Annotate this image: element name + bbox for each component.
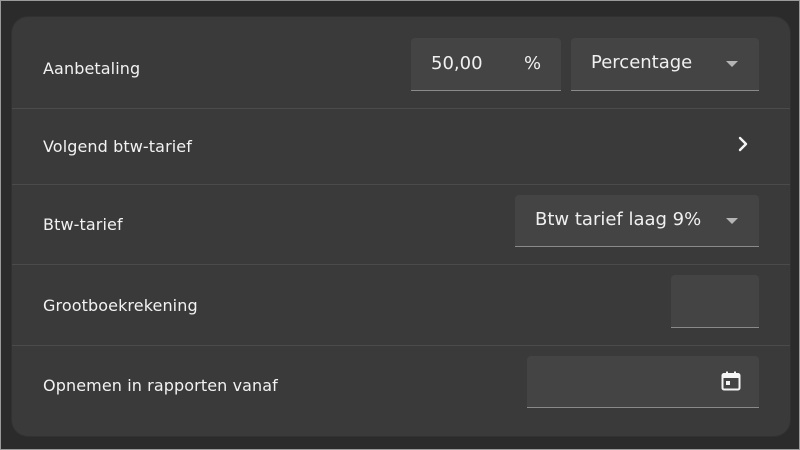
row-label-include-in-reports-from: Opnemen in rapporten vanaf	[43, 376, 278, 395]
down-payment-unit-suffix: %	[524, 53, 542, 74]
vat-rate-value: Btw tarief laag 9%	[535, 209, 702, 230]
down-payment-type-select[interactable]: Percentage	[571, 38, 759, 91]
row-include-in-reports-from: Opnemen in rapporten vanaf	[12, 346, 790, 436]
report-start-date-input[interactable]	[527, 356, 759, 408]
row-ledger-account: Grootboekrekening	[12, 265, 790, 346]
row-label-ledger-account: Grootboekrekening	[43, 296, 198, 315]
chevron-right-icon[interactable]	[733, 134, 753, 154]
row-label-vat-rate: Btw-tarief	[43, 215, 123, 234]
ledger-account-input[interactable]	[671, 275, 759, 328]
down-payment-type-value: Percentage	[591, 52, 693, 73]
settings-card: Aanbetaling 50,00 % Percentage Volgend b…	[12, 17, 790, 436]
down-payment-amount-value: 50,00	[431, 53, 483, 74]
window-frame: Aanbetaling 50,00 % Percentage Volgend b…	[0, 0, 800, 450]
row-next-vat-rate[interactable]: Volgend btw-tarief	[12, 109, 790, 185]
chevron-down-icon	[726, 218, 738, 224]
down-payment-amount-input[interactable]: 50,00 %	[411, 38, 561, 91]
calendar-icon[interactable]	[719, 369, 743, 393]
row-vat-rate: Btw-tarief Btw tarief laag 9%	[12, 185, 790, 265]
row-label-aanbetaling: Aanbetaling	[43, 59, 141, 78]
row-label-next-vat-rate: Volgend btw-tarief	[43, 137, 192, 156]
chevron-down-icon	[726, 61, 738, 67]
row-aanbetaling: Aanbetaling 50,00 % Percentage	[12, 17, 790, 109]
vat-rate-select[interactable]: Btw tarief laag 9%	[515, 195, 759, 247]
